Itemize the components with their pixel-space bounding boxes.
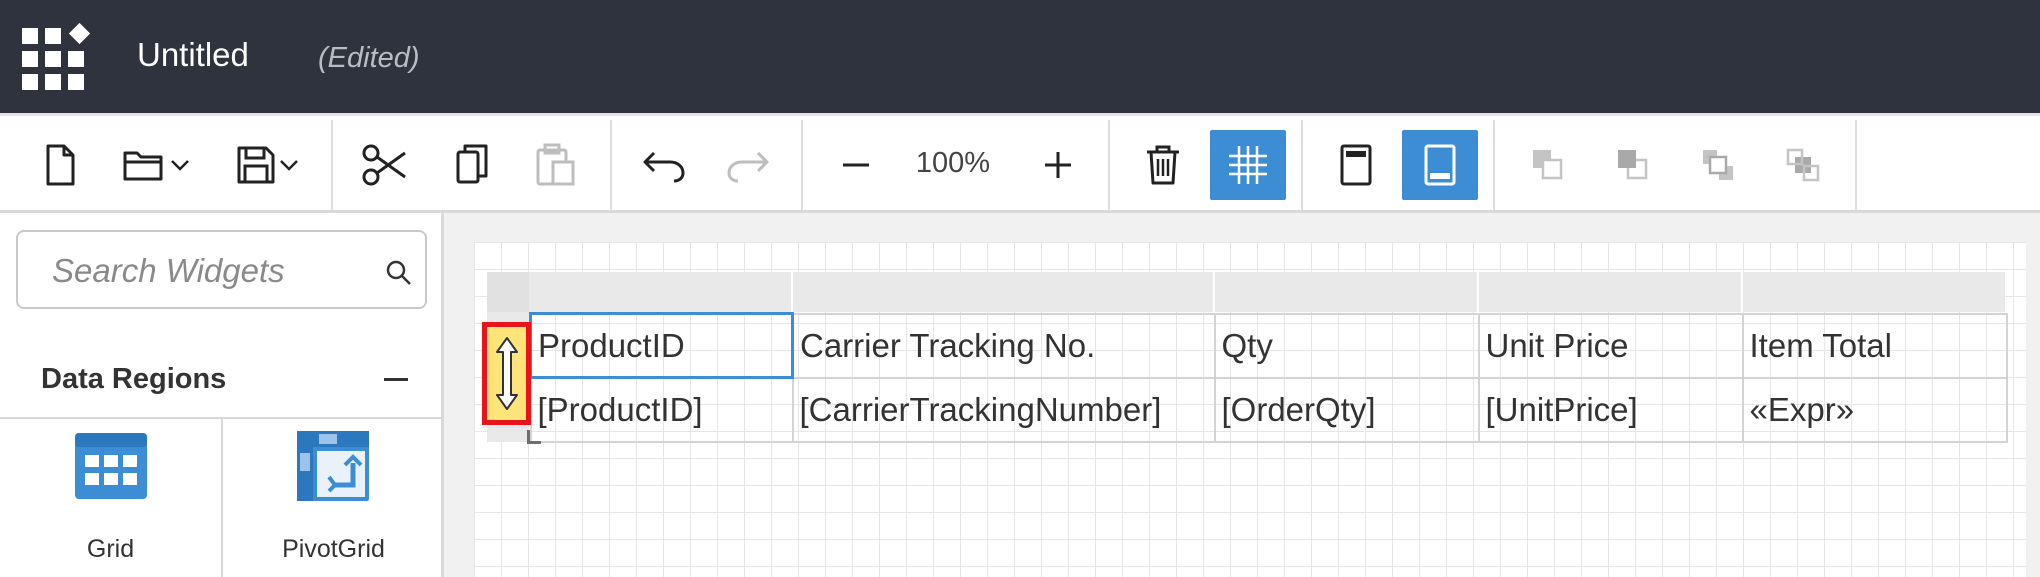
header-button[interactable]: [1326, 130, 1386, 200]
table-cell[interactable]: [UnitPrice]: [1477, 376, 1744, 443]
collapse-icon[interactable]: [384, 378, 408, 381]
folder-icon: [123, 151, 163, 181]
apps-grid-icon[interactable]: [22, 22, 92, 94]
widget-sidebar: Data Regions Grid: [0, 213, 444, 577]
report-designer: Untitled (Edited) 100% Search Widgets Da…: [0, 0, 2040, 577]
section-title: Data Regions: [41, 363, 227, 395]
document-title[interactable]: Untitled: [137, 36, 249, 74]
minus-icon: [843, 163, 869, 167]
table-cell[interactable]: «Expr»: [1741, 376, 2008, 443]
zoom-level[interactable]: 100%: [898, 147, 1008, 180]
chevron-down-icon: [171, 160, 189, 171]
table-cell[interactable]: [OrderQty]: [1213, 376, 1480, 443]
undo-icon: [643, 151, 685, 183]
send-backward-icon: [1618, 150, 1648, 180]
table-cell[interactable]: Qty: [1213, 312, 1480, 379]
table-data-row: [ProductID] [CarrierTrackingNumber] [Ord…: [529, 376, 2008, 443]
row-resize-handle[interactable]: [482, 322, 531, 425]
table-corner-handle[interactable]: [487, 272, 529, 312]
open-button[interactable]: [113, 130, 199, 200]
copy-icon: [456, 144, 488, 184]
gridlines-icon: [1229, 146, 1267, 184]
bring-to-front-icon: [1703, 150, 1733, 180]
pivotgrid-widget[interactable]: PivotGrid: [223, 431, 444, 575]
resize-vertical-icon: [496, 337, 518, 410]
cell-selection-corner: [527, 430, 541, 444]
table-cell[interactable]: ProductID: [529, 312, 794, 379]
delete-button[interactable]: [1133, 130, 1193, 200]
copy-button[interactable]: [442, 130, 502, 200]
scissors-icon: [362, 144, 406, 186]
table-cell[interactable]: [CarrierTrackingNumber]: [791, 376, 1216, 443]
search-input[interactable]: [52, 252, 362, 290]
table-cell[interactable]: Item Total: [1741, 312, 2008, 379]
paste-icon: [536, 143, 575, 186]
redo-icon: [727, 151, 769, 183]
save-button[interactable]: [224, 130, 310, 200]
search-icon[interactable]: [385, 259, 413, 287]
grid-widget-icon: [75, 433, 147, 499]
new-file-icon: [46, 144, 75, 186]
table-cell[interactable]: Unit Price: [1477, 312, 1744, 379]
chevron-down-icon: [280, 160, 298, 171]
table-header-row: ProductID Carrier Tracking No. Qty Unit …: [529, 312, 2008, 379]
pivotgrid-widget-icon: [297, 431, 369, 501]
gridlines-button[interactable]: [1210, 130, 1286, 200]
report-grid-table[interactable]: ProductID Carrier Tracking No. Qty Unit …: [529, 312, 2008, 443]
grid-widget-label: Grid: [86, 535, 135, 563]
table-cell[interactable]: Carrier Tracking No.: [791, 312, 1216, 379]
table-cell[interactable]: [ProductID]: [529, 376, 794, 443]
footer-icon: [1424, 144, 1456, 186]
save-icon: [237, 146, 275, 184]
pivotgrid-widget-label: PivotGrid: [282, 535, 385, 563]
bring-forward-button[interactable]: [1520, 130, 1576, 200]
header-icon: [1340, 144, 1372, 186]
title-bar: Untitled (Edited): [0, 0, 2040, 113]
grid-widget[interactable]: Grid: [0, 433, 221, 575]
page-layout-button[interactable]: [1402, 130, 1478, 200]
new-file-button[interactable]: [30, 130, 90, 200]
send-to-back-button[interactable]: [1775, 130, 1831, 200]
undo-button[interactable]: [632, 130, 696, 200]
cut-button[interactable]: [355, 130, 415, 200]
send-to-back-icon: [1786, 148, 1820, 182]
send-backward-button[interactable]: [1605, 130, 1661, 200]
search-box[interactable]: [16, 230, 427, 309]
trash-icon: [1147, 145, 1179, 185]
redo-button[interactable]: [716, 130, 780, 200]
zoom-out-button[interactable]: [826, 130, 886, 200]
data-regions-header[interactable]: Data Regions: [0, 343, 441, 419]
bring-to-front-button[interactable]: [1690, 130, 1746, 200]
plus-icon: [1045, 152, 1071, 178]
paste-button[interactable]: [525, 130, 585, 200]
toolbar: 100%: [0, 113, 2040, 213]
bring-forward-icon: [1533, 150, 1563, 180]
column-handles[interactable]: [529, 272, 2005, 312]
edited-status: (Edited): [318, 42, 420, 74]
zoom-in-button[interactable]: [1028, 130, 1088, 200]
